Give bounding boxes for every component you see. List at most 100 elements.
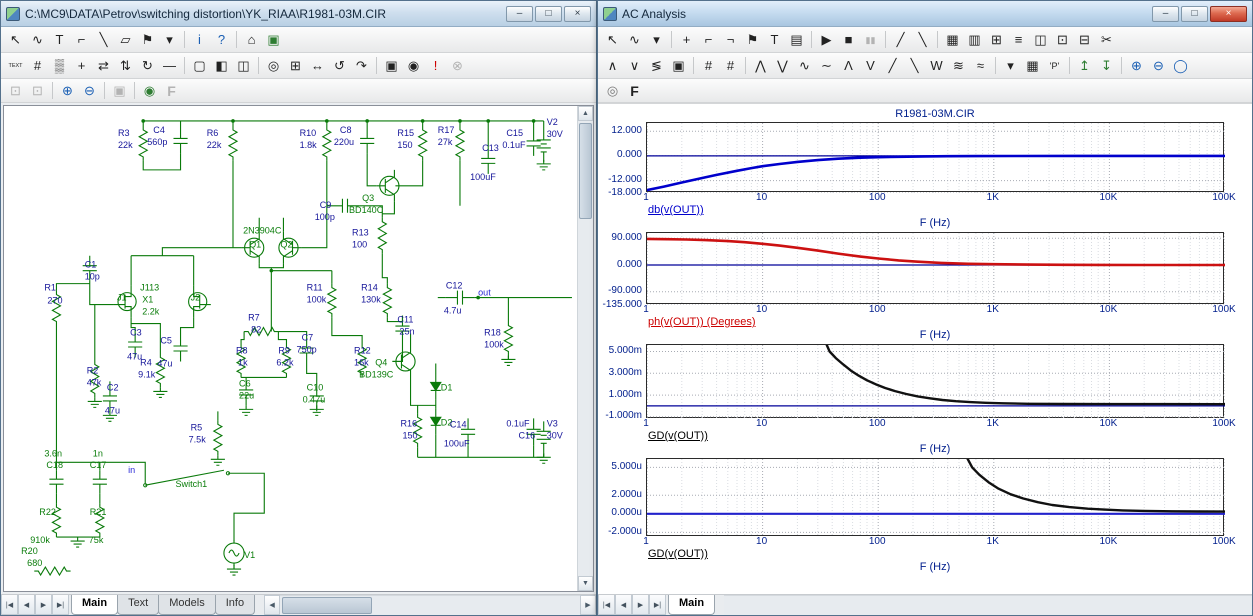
component-label[interactable]: 220u [334, 137, 354, 147]
zoom-in-icon[interactable]: ⊕ [1126, 56, 1147, 76]
component-label[interactable]: 30V [547, 129, 563, 139]
rise-edge-icon[interactable]: ∿ [794, 56, 815, 76]
last-sheet-button[interactable]: ▶| [52, 595, 69, 615]
gnd-symbol[interactable] [537, 453, 551, 463]
rv-symbol[interactable] [378, 218, 386, 254]
component-label[interactable]: 16k [354, 358, 369, 368]
close-button[interactable]: × [564, 6, 591, 22]
inflection-icon[interactable]: ≶ [646, 56, 667, 76]
component-label[interactable]: C3 [130, 328, 142, 338]
component-label[interactable]: V1 [244, 550, 255, 560]
ch-symbol[interactable] [446, 291, 474, 305]
box-tool-icon[interactable]: ▣ [381, 56, 402, 76]
dot-symbol[interactable] [532, 119, 536, 123]
component-tool-icon[interactable]: ∿ [27, 30, 48, 50]
border-icon[interactable]: ▢ [189, 56, 210, 76]
scroll-right-button[interactable]: ▶ [580, 595, 596, 615]
component-label[interactable]: R12 [354, 346, 371, 356]
text-attributes-icon[interactable]: TEXT [5, 56, 26, 76]
web-icon[interactable]: ◉ [139, 81, 160, 101]
component-label[interactable]: 100k [484, 340, 504, 350]
graphics-tool-icon[interactable]: ▱ [115, 30, 136, 50]
find-icon[interactable]: ◎ [263, 56, 284, 76]
component-label[interactable]: C8 [340, 125, 352, 135]
component-label[interactable]: 6.2k [276, 358, 294, 368]
trace-expression[interactable]: db(v(OUT)) [648, 204, 1252, 217]
align-up-icon[interactable]: ↥ [1074, 56, 1095, 76]
dot-symbol[interactable] [458, 119, 462, 123]
component-label[interactable]: D1 [441, 382, 453, 392]
component-label[interactable]: out [478, 288, 491, 298]
component-label[interactable]: R21 [90, 507, 107, 517]
gnd-symbol[interactable] [239, 405, 253, 415]
q-symbol[interactable] [392, 346, 415, 378]
plot-area-4[interactable] [646, 458, 1224, 536]
schematic-titlebar[interactable]: C:\MC9\DATA\Petrov\switching distortion\… [1, 1, 596, 27]
component-label[interactable]: R22 [39, 507, 56, 517]
component-label[interactable]: C5 [160, 336, 172, 346]
component-label[interactable]: C13 [482, 143, 499, 153]
frequency-icon[interactable]: V [860, 56, 881, 76]
component-label[interactable]: 3.6n [44, 448, 62, 458]
gnd-symbol[interactable] [211, 455, 225, 465]
formula-text-icon[interactable]: F [624, 81, 645, 101]
period-icon[interactable]: Λ [838, 56, 859, 76]
component-label[interactable]: 0.1uF [506, 418, 530, 428]
slope-tool-icon[interactable]: ╱ [890, 30, 911, 50]
p-key-icon[interactable]: 'P' [1044, 56, 1065, 76]
maximize-button[interactable]: □ [1181, 6, 1208, 22]
rh-symbol[interactable] [34, 567, 70, 575]
plus-cursor-icon[interactable]: ⊞ [986, 30, 1007, 50]
component-label[interactable]: 150 [397, 140, 412, 150]
component-label[interactable]: R17 [438, 125, 455, 135]
flag-tool-icon[interactable]: ⚑ [137, 30, 158, 50]
component-label[interactable]: J1 [117, 293, 127, 303]
component-label[interactable]: BD139C [359, 369, 394, 379]
align-down-icon[interactable]: ↧ [1096, 56, 1117, 76]
vertical-scroll-thumb[interactable] [579, 123, 592, 219]
horizontal-lines-icon[interactable]: ≡ [1008, 30, 1029, 50]
component-label[interactable]: R11 [307, 283, 323, 293]
horizontal-scroll-thumb[interactable] [282, 597, 372, 614]
first-plot-button[interactable]: |◀ [598, 595, 615, 615]
measure-vertical-icon[interactable]: ¬ [720, 30, 741, 50]
dot-symbol[interactable] [325, 119, 329, 123]
component-label[interactable]: 100uF [470, 172, 496, 182]
dot-symbol[interactable] [141, 119, 145, 123]
component-label[interactable]: R16 [400, 418, 417, 428]
scroll-left-button[interactable]: ◀ [264, 595, 280, 615]
component-label[interactable]: C10 [307, 382, 324, 392]
zoom-box-icon[interactable]: ◯ [1170, 56, 1191, 76]
flip-vertical-icon[interactable]: ⇅ [115, 56, 136, 76]
component-label[interactable]: C15 [506, 128, 523, 138]
tool-dropdown-icon[interactable]: ▾ [159, 30, 180, 50]
vertical-scrollbar[interactable]: ▲ ▼ [577, 106, 593, 591]
dot-symbol[interactable] [421, 119, 425, 123]
component-label[interactable]: 9.1k [138, 369, 156, 379]
scroll-down-button[interactable]: ▼ [578, 576, 593, 591]
component-label[interactable]: Q4 [375, 358, 387, 368]
component-label[interactable]: C18 [46, 460, 63, 470]
sheet-tab-info[interactable]: Info [215, 595, 255, 615]
sheet-tab-main[interactable]: Main [71, 595, 118, 615]
component-label[interactable]: 10p [85, 272, 100, 282]
component-label[interactable]: 0.47u [303, 394, 326, 404]
component-label[interactable]: C9 [320, 200, 332, 210]
component-label[interactable]: 47k [87, 377, 102, 387]
cv-symbol[interactable] [173, 336, 187, 362]
fall-edge-icon[interactable]: ∼ [816, 56, 837, 76]
rv-symbol[interactable] [323, 126, 331, 161]
component-label[interactable]: 100 [352, 240, 367, 250]
component-label[interactable]: 75k [89, 535, 104, 545]
plot-area-2[interactable] [646, 232, 1224, 304]
horizontal-scrollbar[interactable] [724, 595, 1252, 615]
next-plot-button[interactable]: ▶ [632, 595, 649, 615]
component-label[interactable]: BD140C [349, 205, 384, 215]
component-label[interactable]: 25n [399, 327, 414, 337]
grid-pattern-icon[interactable]: ▒ [49, 56, 70, 76]
overlay-waves-icon[interactable]: ≋ [948, 56, 969, 76]
rv-symbol[interactable] [419, 126, 427, 161]
component-label[interactable]: R15 [397, 128, 414, 138]
mode-dropdown-icon[interactable]: ▾ [646, 30, 667, 50]
rv-symbol[interactable] [214, 420, 222, 455]
